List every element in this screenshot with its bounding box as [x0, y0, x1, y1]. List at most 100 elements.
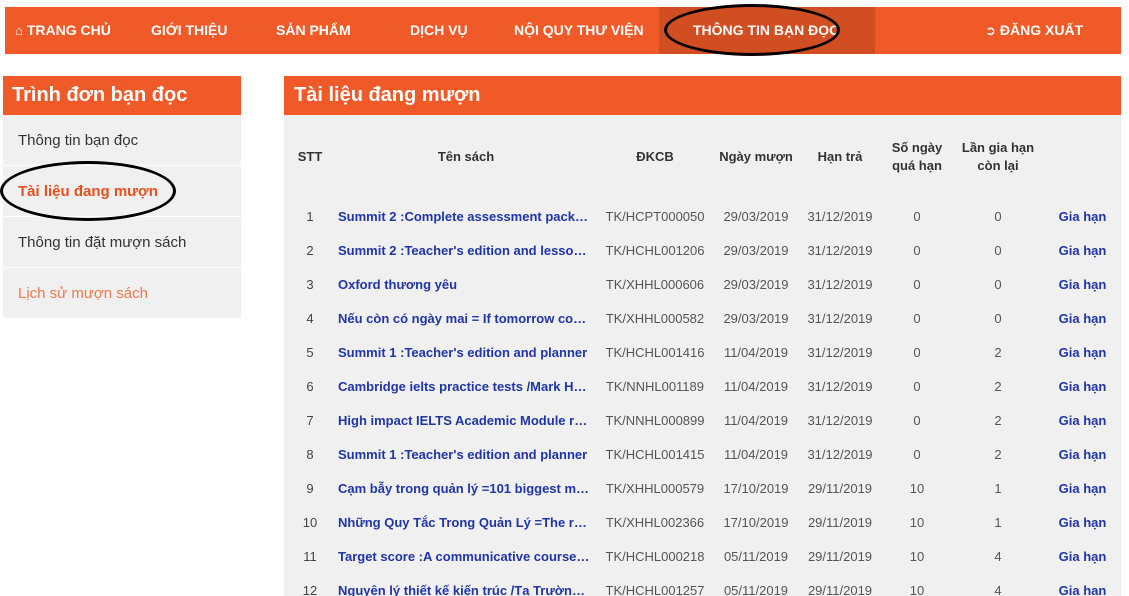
row-renewals-left: 1 [994, 480, 1002, 496]
row-due-date: 31/12/2019 [807, 412, 873, 428]
renew-link[interactable]: Gia hạn [1044, 505, 1121, 539]
table-row: 7 High impact IELTS Academic Module readi… [284, 403, 1121, 437]
table-header: STT Tên sách ĐKCB Ngày mượn Hạn trả Số n… [284, 115, 1121, 199]
row-renewals-left: 2 [994, 412, 1002, 428]
row-due-date: 29/11/2019 [807, 514, 873, 530]
row-due-date: 31/12/2019 [807, 344, 873, 360]
nav-logout[interactable]: ➲ ĐĂNG XUẤT [985, 7, 1083, 54]
row-title-link[interactable]: Summit 2 :Teacher's edition and lesson p… [336, 233, 596, 267]
row-title-link[interactable]: Cạm bẫy trong quản lý =101 biggest mista… [336, 471, 596, 505]
row-code: TK/NNHL001189 [605, 378, 705, 394]
row-renewals-left: 0 [994, 242, 1002, 258]
row-code: TK/HCHL001257 [605, 582, 705, 596]
page-title: Tài liệu đang mượn [284, 76, 1121, 115]
table-row: 5 Summit 1 :Teacher's edition and planner… [284, 335, 1121, 369]
row-title-link[interactable]: Target score :A communicative course for… [336, 539, 596, 573]
row-overdue-days: 0 [913, 310, 921, 326]
nav-about[interactable]: GIỚI THIỆU [151, 7, 228, 54]
nav-about-label: GIỚI THIỆU [151, 22, 228, 38]
row-title-link[interactable]: Nguyên lý thiết kế kiến trúc /Tạ Trường … [336, 573, 596, 596]
row-renewals-left: 2 [994, 378, 1002, 394]
nav-products[interactable]: SẢN PHẨM [276, 7, 351, 54]
table-row: 3 Oxford thương yêu TK/XHHL000606 29/03/201… [284, 267, 1121, 301]
renew-link[interactable]: Gia hạn [1044, 573, 1121, 596]
row-title-link[interactable]: Oxford thương yêu [336, 267, 596, 301]
header-renewals-line1: Lần gia hạn [961, 140, 1035, 155]
sidebar-item-reader-info[interactable]: Thông tin bạn đọc [3, 115, 241, 166]
row-due-date: 31/12/2019 [807, 446, 873, 462]
row-overdue-days: 0 [913, 344, 921, 360]
renew-link[interactable]: Gia hạn [1044, 403, 1121, 437]
row-overdue-days: 10 [909, 548, 925, 564]
row-renewals-left: 4 [994, 548, 1002, 564]
nav-reader-info[interactable]: THÔNG TIN BẠN ĐỌC [659, 7, 875, 54]
row-due-date: 31/12/2019 [807, 208, 873, 224]
renew-link[interactable]: Gia hạn [1044, 437, 1121, 471]
header-action [1044, 115, 1121, 199]
borrowed-table: STT Tên sách ĐKCB Ngày mượn Hạn trả Số n… [284, 115, 1121, 596]
row-title-link[interactable]: Summit 2 :Complete assessment package [336, 199, 596, 233]
header-renewals-line2: còn lại [977, 158, 1019, 173]
renew-link[interactable]: Gia hạn [1044, 369, 1121, 403]
renew-link[interactable]: Gia hạn [1044, 335, 1121, 369]
row-renewals-left: 4 [994, 582, 1002, 596]
nav-home[interactable]: ⌂ TRANG CHỦ [15, 7, 111, 54]
row-title-link[interactable]: Những Quy Tắc Trong Quản Lý =The rules o… [336, 505, 596, 539]
row-title-link[interactable]: Nếu còn có ngày mai = If tomorrow comes [336, 301, 596, 335]
table-row: 2 Summit 2 :Teacher's edition and lesson … [284, 233, 1121, 267]
row-stt: 4 [306, 310, 314, 326]
row-due-date: 31/12/2019 [807, 242, 873, 258]
row-title-link[interactable]: Summit 1 :Teacher's edition and planner [336, 335, 596, 369]
sidebar-item-history[interactable]: Lịch sử mượn sách [3, 268, 241, 319]
row-renewals-left: 2 [994, 344, 1002, 360]
row-borrow-date: 11/04/2019 [723, 344, 789, 360]
row-borrow-date: 17/10/2019 [723, 514, 789, 530]
renew-link[interactable]: Gia hạn [1044, 471, 1121, 505]
renew-link[interactable]: Gia hạn [1044, 199, 1121, 233]
row-renewals-left: 2 [994, 446, 1002, 462]
row-stt: 12 [302, 582, 318, 596]
row-due-date: 31/12/2019 [807, 378, 873, 394]
row-due-date: 31/12/2019 [807, 310, 873, 326]
row-stt: 2 [306, 242, 314, 258]
renew-link[interactable]: Gia hạn [1044, 539, 1121, 573]
row-overdue-days: 10 [909, 582, 925, 596]
row-stt: 6 [306, 378, 314, 394]
row-overdue-days: 10 [909, 480, 925, 496]
nav-logout-label: ĐĂNG XUẤT [999, 22, 1084, 38]
row-due-date: 31/12/2019 [807, 276, 873, 292]
row-code: TK/HCHL001206 [605, 242, 705, 258]
row-borrow-date: 29/03/2019 [723, 310, 789, 326]
header-due-date: Hạn trả [817, 149, 863, 164]
row-due-date: 29/11/2019 [807, 582, 873, 596]
row-title-link[interactable]: Cambridge ielts practice tests /Mark Har… [336, 369, 596, 403]
nav-rules[interactable]: NỘI QUY THƯ VIỆN [514, 7, 644, 54]
row-renewals-left: 1 [994, 514, 1002, 530]
nav-services[interactable]: DỊCH VỤ [410, 7, 468, 54]
row-code: TK/NNHL000899 [605, 412, 705, 428]
sidebar-item-borrowed[interactable]: Tài liệu đang mượn [3, 166, 241, 217]
header-renewals: Lần gia hạn còn lại [952, 115, 1044, 199]
sidebar-title: Trình đơn bạn đọc [3, 76, 241, 115]
nav-products-label: SẢN PHẨM [276, 22, 351, 38]
row-stt: 1 [306, 208, 314, 224]
sidebar-item-reservations[interactable]: Thông tin đặt mượn sách [3, 217, 241, 268]
header-stt: STT [297, 149, 323, 164]
row-borrow-date: 11/04/2019 [723, 446, 789, 462]
nav-rules-label: NỘI QUY THƯ VIỆN [514, 22, 644, 38]
renew-link[interactable]: Gia hạn [1044, 233, 1121, 267]
row-borrow-date: 11/04/2019 [723, 412, 789, 428]
row-title-link[interactable]: High impact IELTS Academic Module readin… [336, 403, 596, 437]
row-renewals-left: 0 [994, 310, 1002, 326]
renew-link[interactable]: Gia hạn [1044, 267, 1121, 301]
table-row: 11 Target score :A communicative course f… [284, 539, 1121, 573]
renew-link[interactable]: Gia hạn [1044, 301, 1121, 335]
row-overdue-days: 0 [913, 242, 921, 258]
row-borrow-date: 29/03/2019 [723, 242, 789, 258]
row-overdue-days: 0 [913, 412, 921, 428]
table-row: 8 Summit 1 :Teacher's edition and planner… [284, 437, 1121, 471]
row-stt: 3 [306, 276, 314, 292]
header-overdue: Số ngày quá hạn [882, 115, 952, 199]
row-stt: 10 [302, 514, 318, 530]
row-title-link[interactable]: Summit 1 :Teacher's edition and planner [336, 437, 596, 471]
